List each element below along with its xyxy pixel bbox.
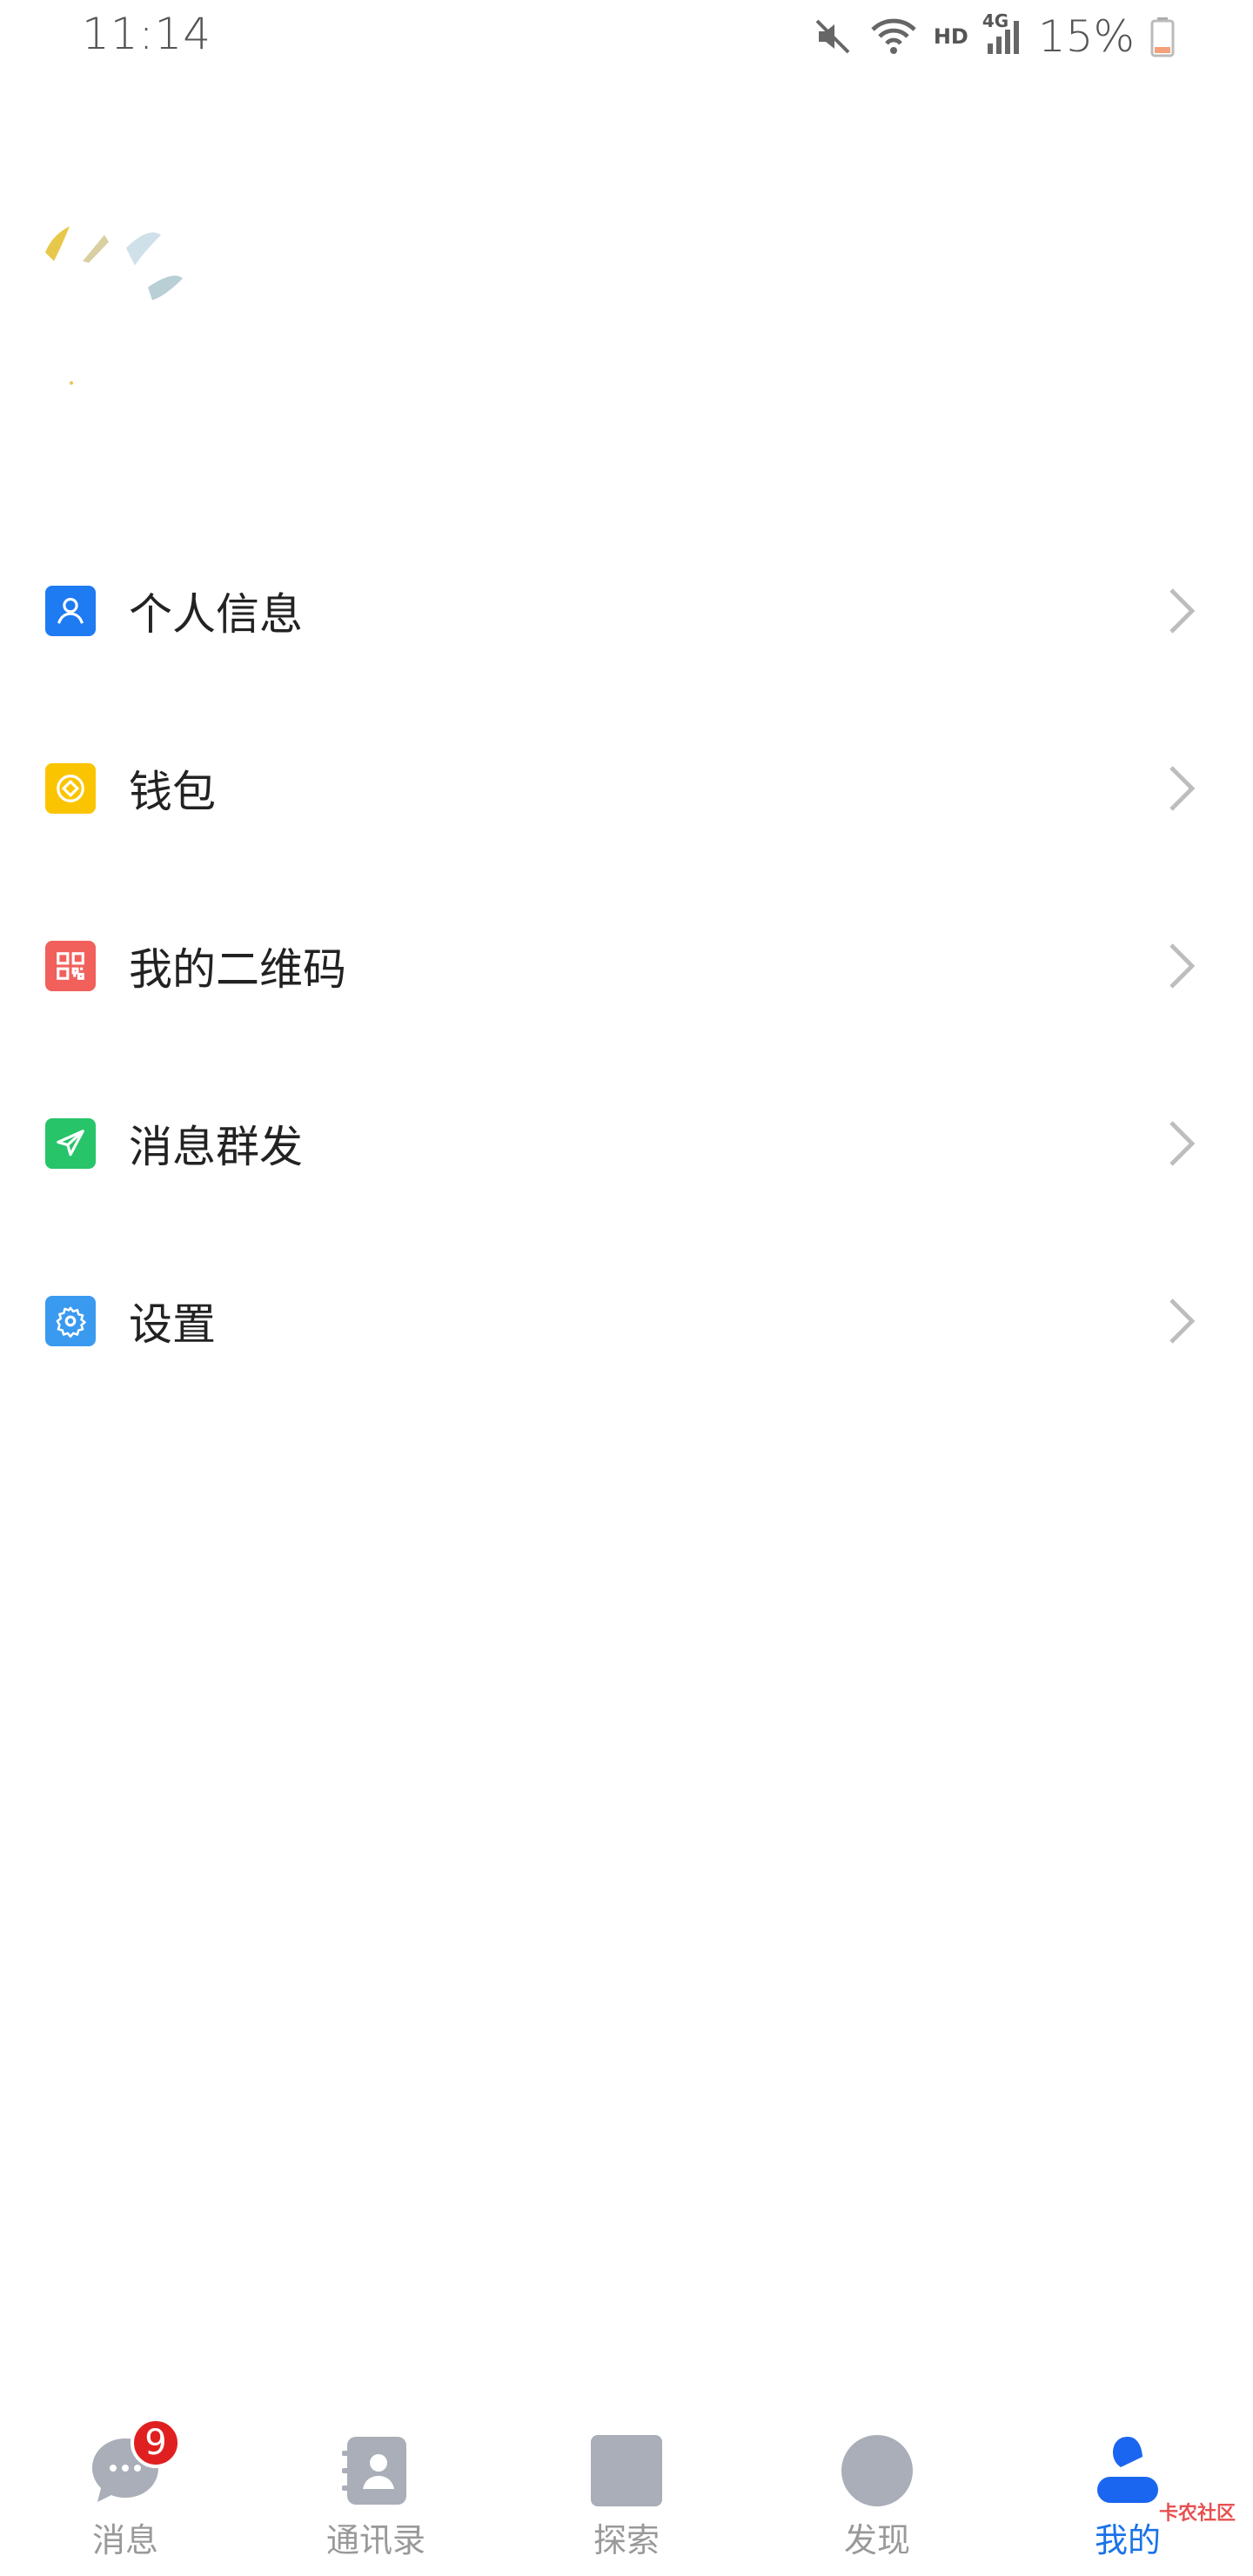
menu-label-settings: 设置: [129, 1299, 216, 1350]
nav-tab-contacts[interactable]: 通讯录: [251, 2411, 501, 2576]
nav-label-contacts: 通讯录: [325, 2521, 425, 2559]
nav-tab-explore[interactable]: 探索: [501, 2411, 752, 2576]
avatar[interactable]: [44, 218, 200, 439]
menu-list: 个人信息 钱包 我的二维码 消息群发 设置: [0, 522, 1253, 1410]
gear-icon: [45, 1296, 96, 1346]
profile-header[interactable]: [0, 191, 1253, 453]
send-icon: [45, 1118, 96, 1169]
chevron-right-icon: [1164, 762, 1199, 815]
contacts-icon: [340, 2435, 412, 2506]
menu-item-qrcode[interactable]: 我的二维码: [0, 877, 1253, 1055]
menu-item-broadcast[interactable]: 消息群发: [0, 1055, 1253, 1232]
signal-type-label: 4G: [982, 10, 1009, 31]
battery-icon: [1150, 16, 1175, 57]
qrcode-icon: [45, 941, 96, 991]
wallet-icon: [45, 763, 96, 814]
network-hd-label: HD: [933, 24, 968, 49]
unread-badge: 9: [131, 2418, 181, 2468]
watermark-logo: 卡农社区: [1158, 2503, 1236, 2525]
menu-item-wallet[interactable]: 钱包: [0, 700, 1253, 877]
nav-tab-profile[interactable]: 我的 卡农社区: [1002, 2411, 1253, 2576]
chevron-right-icon: [1164, 585, 1199, 637]
menu-label-qrcode: 我的二维码: [129, 944, 346, 995]
nav-label-discover: 发现: [843, 2521, 910, 2559]
discover-icon: [841, 2435, 913, 2506]
nav-tab-discover[interactable]: 发现: [752, 2411, 1002, 2576]
profile-icon: [1092, 2435, 1163, 2506]
battery-percent: 15%: [1037, 11, 1135, 62]
menu-item-personal-info[interactable]: 个人信息: [0, 522, 1253, 700]
nav-tab-messages[interactable]: 9 消息: [0, 2411, 251, 2576]
chevron-right-icon: [1164, 1295, 1199, 1347]
menu-label-wallet: 钱包: [129, 767, 216, 817]
nav-label-explore: 探索: [593, 2521, 660, 2559]
bottom-nav: 9 消息 通讯录 探索 发现 我的 卡农社区: [0, 2411, 1253, 2576]
chevron-right-icon: [1164, 940, 1199, 992]
nav-label-messages: 消息: [91, 2521, 158, 2559]
wifi-icon: [869, 16, 918, 57]
explore-icon: [591, 2435, 662, 2506]
mute-icon: [812, 16, 854, 57]
menu-label-personal-info: 个人信息: [129, 589, 303, 640]
person-icon: [45, 586, 96, 636]
chevron-right-icon: [1164, 1117, 1199, 1170]
menu-label-broadcast: 消息群发: [129, 1122, 303, 1172]
status-time: 11:14: [82, 9, 212, 59]
status-icons: HD 4G 15%: [812, 10, 1175, 63]
menu-item-settings[interactable]: 设置: [0, 1232, 1253, 1410]
signal-icon: 4G: [982, 10, 1022, 57]
status-bar: 11:14 HD 4G 15%: [0, 0, 1253, 78]
